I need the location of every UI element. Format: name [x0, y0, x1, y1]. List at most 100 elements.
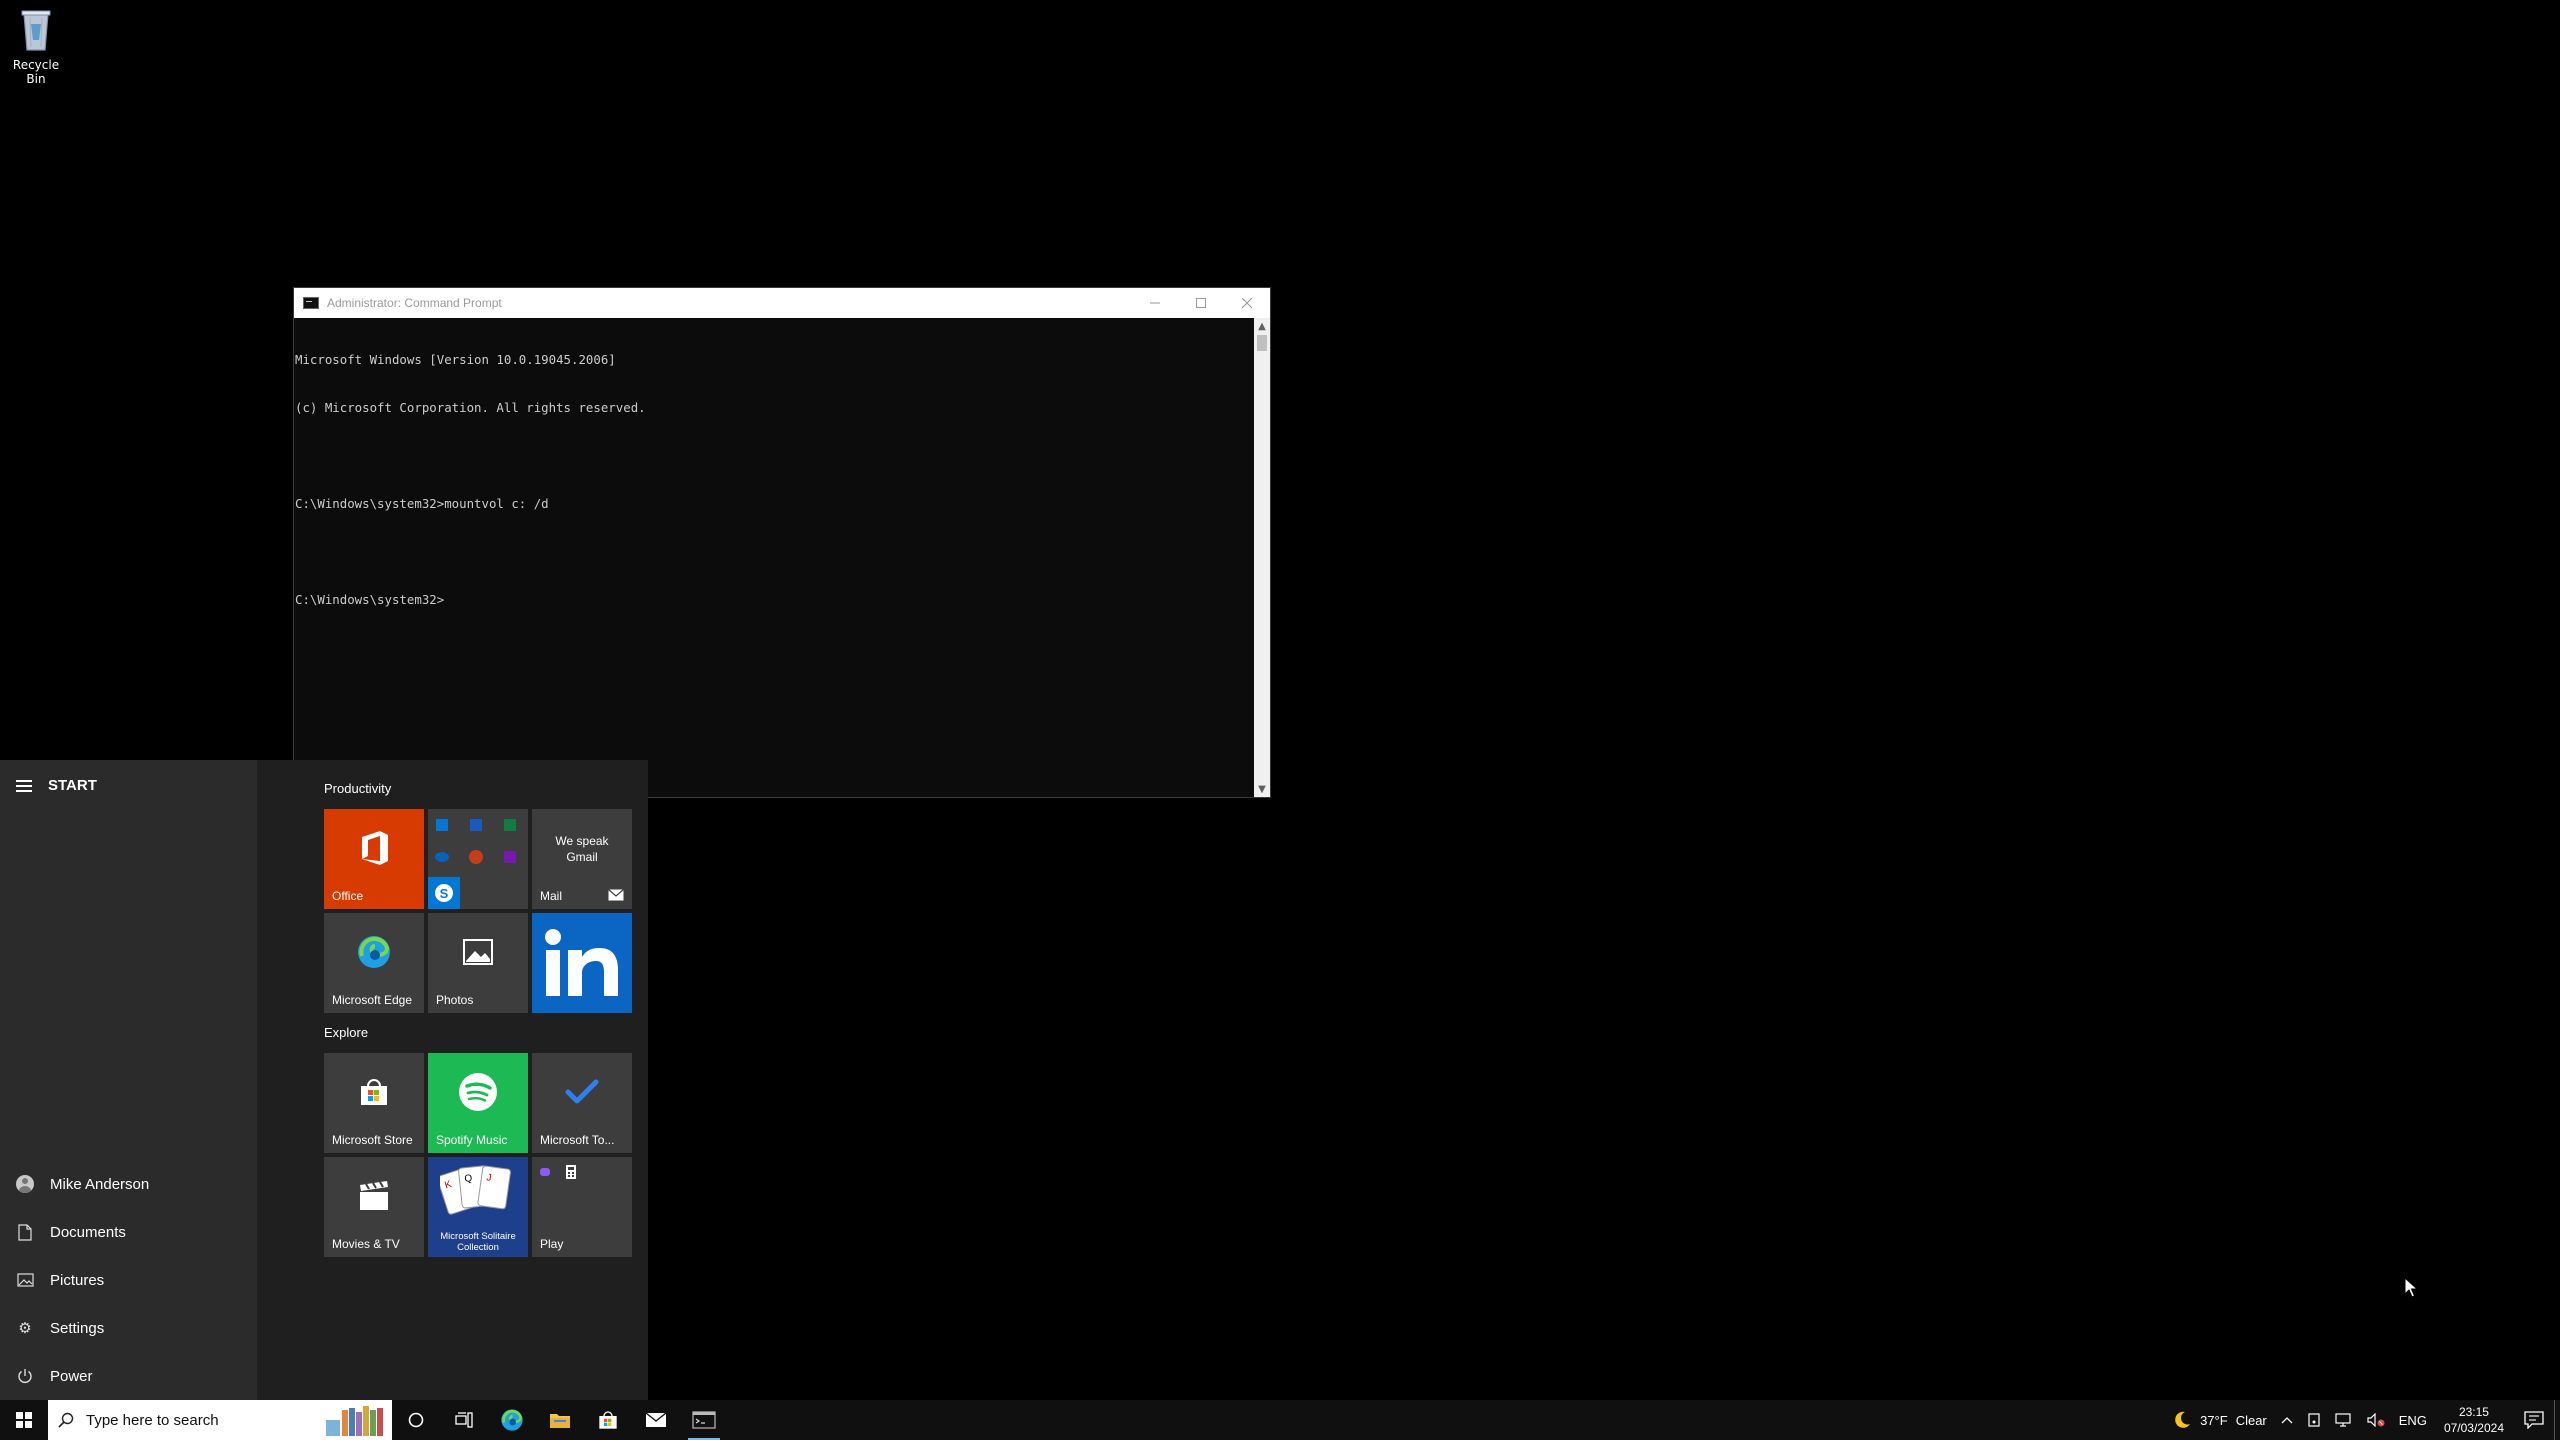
cortana-button[interactable]: [392, 1400, 440, 1440]
scroll-down-arrow-icon[interactable]: ▼: [1254, 781, 1270, 797]
tray-volume-button[interactable]: [2360, 1413, 2392, 1427]
tile-label: Microsoft Solitaire Collection: [440, 1231, 516, 1253]
mouse-cursor-icon: [2404, 1277, 2418, 1298]
edge-icon: [324, 913, 424, 991]
maximize-button[interactable]: [1178, 288, 1224, 318]
office-apps-grid-icon: S: [428, 819, 516, 909]
power-icon: [16, 1367, 34, 1385]
taskbar-file-explorer[interactable]: [536, 1400, 584, 1440]
taskbar-edge[interactable]: [488, 1400, 536, 1440]
recycle-bin-label: Recycle Bin: [12, 58, 60, 86]
weather-temp: 37°F: [2200, 1412, 2228, 1428]
tile-label: Microsoft To...: [540, 1133, 615, 1147]
action-center-button[interactable]: [2514, 1400, 2554, 1440]
tile-label: Mail: [540, 889, 563, 903]
play-folder-apps-icon: [540, 1165, 576, 1179]
tile-label: Spotify Music: [436, 1133, 508, 1147]
document-icon: [16, 1223, 34, 1241]
taskbar-mail[interactable]: [632, 1400, 680, 1440]
group-label-productivity[interactable]: Productivity: [324, 781, 391, 796]
nav-item-label: Power: [50, 1367, 93, 1385]
linkedin-icon: [532, 913, 632, 1013]
show-hidden-icons-button[interactable]: [2274, 1416, 2300, 1424]
checkmark-icon: [532, 1053, 632, 1131]
system-tray: 37°F Clear ENG 23:15 07/03/2024: [2165, 1400, 2560, 1440]
avatar-icon: [16, 1175, 34, 1193]
tile-play-folder[interactable]: Play: [532, 1157, 632, 1257]
minimize-button[interactable]: [1132, 288, 1178, 318]
folder-icon: [550, 1414, 570, 1428]
cmd-console-output[interactable]: Microsoft Windows [Version 10.0.19045.20…: [294, 318, 1254, 797]
network-icon: [2335, 1413, 2351, 1427]
svg-text:S: S: [440, 886, 449, 901]
cmd-scrollbar[interactable]: ▲ ▼: [1254, 318, 1270, 797]
cortana-circle-icon: [408, 1412, 424, 1428]
recycle-bin-icon: [16, 6, 56, 52]
windows-logo-icon: [16, 1412, 32, 1428]
office-logo-icon: [324, 809, 424, 887]
tile-solitaire[interactable]: K Q J Microsoft Solitaire Collection: [428, 1157, 528, 1257]
tile-label: Microsoft Store: [332, 1133, 413, 1147]
weather-widget[interactable]: 37°F Clear: [2165, 1410, 2274, 1430]
tile-microsoft-todo[interactable]: Microsoft To...: [532, 1053, 632, 1153]
volume-muted-icon: [2367, 1413, 2385, 1427]
tile-mail[interactable]: We speak Gmail Mail: [532, 809, 632, 909]
tile-microsoft-edge[interactable]: Microsoft Edge: [324, 913, 424, 1013]
gear-icon: ⚙: [18, 1320, 32, 1337]
nav-item-label: Documents: [50, 1223, 126, 1241]
start-button[interactable]: [0, 1400, 48, 1440]
tile-office[interactable]: Office: [324, 809, 424, 909]
console-line: C:\Windows\system32>mountvol c: /d: [295, 496, 549, 511]
tile-microsoft-store[interactable]: Microsoft Store: [324, 1053, 424, 1153]
tile-label: Movies & TV: [332, 1237, 400, 1251]
tray-network-button[interactable]: [2328, 1413, 2360, 1427]
clock-button[interactable]: 23:15 07/03/2024: [2434, 1404, 2514, 1436]
tile-spotify[interactable]: Spotify Music: [428, 1053, 528, 1153]
weather-condition: Clear: [2235, 1412, 2267, 1428]
cmd-title: Administrator: Command Prompt: [327, 296, 502, 310]
scroll-up-arrow-icon[interactable]: ▲: [1254, 318, 1270, 334]
tile-photos[interactable]: Photos: [428, 913, 528, 1013]
device-icon: [2308, 1413, 2320, 1427]
tile-movies-tv[interactable]: Movies & TV: [324, 1157, 424, 1257]
nav-item-settings[interactable]: ⚙ Settings: [0, 1304, 257, 1352]
input-language-button[interactable]: ENG: [2392, 1413, 2434, 1428]
console-line: ​: [295, 448, 1253, 464]
recycle-bin-shortcut[interactable]: Recycle Bin: [4, 6, 68, 86]
nav-item-label: Settings: [50, 1319, 105, 1337]
show-desktop-button[interactable]: [2554, 1400, 2560, 1440]
nav-item-documents[interactable]: Documents: [0, 1208, 257, 1256]
close-button[interactable]: [1224, 288, 1270, 318]
envelope-icon: [645, 1412, 667, 1427]
tile-label: Photos: [436, 993, 474, 1007]
command-prompt-window[interactable]: Administrator: Command Prompt Microsoft …: [293, 287, 1271, 798]
group-label-explore[interactable]: Explore: [324, 1025, 368, 1040]
cmd-titlebar[interactable]: Administrator: Command Prompt: [294, 288, 1270, 318]
search-highlight-books-icon: [326, 1406, 383, 1436]
taskbar-command-prompt[interactable]: [680, 1400, 728, 1440]
search-placeholder: Type here to search: [86, 1411, 219, 1429]
taskbar-search-box[interactable]: Type here to search: [48, 1400, 392, 1440]
cmd-app-icon: [303, 297, 319, 309]
command-prompt-icon: [692, 1411, 716, 1429]
hamburger-menu-icon[interactable]: [16, 779, 32, 792]
search-icon: [58, 1412, 74, 1428]
start-title: START: [48, 777, 97, 794]
start-nav: Mike Anderson Documents Pictures ⚙ Setti…: [0, 1160, 257, 1400]
start-header[interactable]: START: [16, 777, 97, 794]
tile-office-apps-folder[interactable]: S: [428, 809, 528, 909]
edge-icon: [501, 1409, 523, 1431]
svg-text:Q: Q: [464, 1173, 473, 1185]
tile-linkedin[interactable]: [532, 913, 632, 1013]
nav-item-pictures[interactable]: Pictures: [0, 1256, 257, 1304]
taskbar-microsoft-store[interactable]: [584, 1400, 632, 1440]
tray-device-button[interactable]: [2300, 1413, 2328, 1427]
start-menu-rail: START Mike Anderson Documents Pictures ⚙: [0, 760, 257, 1400]
task-view-button[interactable]: [440, 1400, 488, 1440]
notification-icon: [2524, 1411, 2544, 1429]
nav-item-user[interactable]: Mike Anderson: [0, 1160, 257, 1208]
store-bag-icon: [599, 1411, 617, 1429]
console-line: (c) Microsoft Corporation. All rights re…: [295, 400, 646, 415]
nav-item-power[interactable]: Power: [0, 1352, 257, 1400]
scroll-thumb[interactable]: [1257, 335, 1267, 351]
